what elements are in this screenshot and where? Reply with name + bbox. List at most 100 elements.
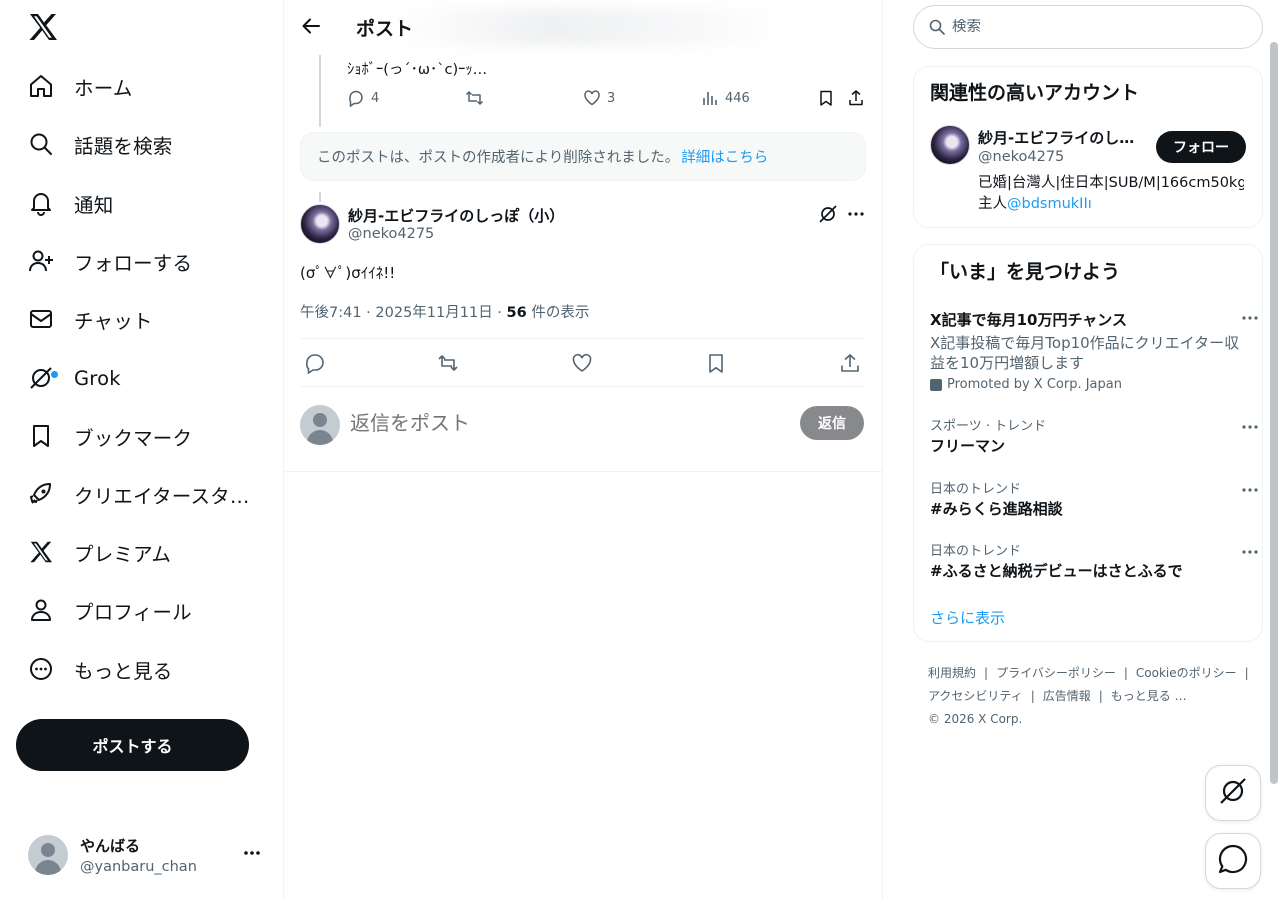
- share-icon[interactable]: [839, 352, 861, 374]
- nav-premium[interactable]: プレミアム: [28, 532, 171, 572]
- more-dots-icon[interactable]: [1240, 542, 1260, 566]
- nav-more[interactable]: もっと見る: [28, 649, 173, 689]
- nav-follow[interactable]: フォローする: [28, 241, 192, 281]
- reply-composer: 返信: [300, 400, 866, 450]
- header-blur: [394, 8, 784, 46]
- repost-action[interactable]: [465, 89, 484, 107]
- reply-button[interactable]: 返信: [800, 406, 864, 440]
- views-action[interactable]: 446: [701, 89, 750, 107]
- show-more-link[interactable]: さらに表示: [930, 607, 1005, 628]
- copyright: © 2026 X Corp.: [928, 712, 1023, 726]
- follow-button[interactable]: フォロー: [1156, 131, 1246, 163]
- reply-input[interactable]: [350, 410, 770, 436]
- more-circle-icon: [28, 656, 54, 682]
- promoted-text: Promoted by X Corp. Japan: [947, 377, 1122, 392]
- nav-home[interactable]: ホーム: [28, 66, 133, 106]
- nav-grok[interactable]: Grok: [28, 358, 121, 398]
- related-bio-mention[interactable]: @bdsmukIIı: [1007, 196, 1092, 212]
- trend-title: #みらくら進路相談: [930, 500, 1063, 518]
- x-logo-icon[interactable]: [26, 10, 60, 44]
- related-avatar[interactable]: [930, 125, 970, 165]
- nav-bookmarks-label: ブックマーク: [74, 426, 193, 450]
- nav-chat[interactable]: チャット: [28, 299, 153, 339]
- mail-icon: [28, 306, 54, 332]
- grok-float-button[interactable]: [1205, 765, 1261, 821]
- nav-creator-studio[interactable]: クリエイタースタ…: [28, 474, 250, 514]
- footer-link[interactable]: 利用規約: [928, 666, 976, 680]
- post-button[interactable]: ポストする: [16, 719, 249, 771]
- account-handle: @yanbaru_chan: [80, 859, 197, 875]
- nav-home-label: ホーム: [74, 76, 133, 100]
- author-handle[interactable]: @neko4275: [348, 226, 434, 242]
- related-bio-line1: 已婚|台灣人|住日本|SUB/M|166cm50kg|: [978, 175, 1244, 191]
- left-sidebar: ホーム 話題を検索 通知 フォローする チャット Grok ブックマーク クリエ…: [0, 0, 284, 900]
- related-display-name[interactable]: 紗月-エビフライのし…: [978, 127, 1148, 148]
- post-author: 紗月-エビフライのしっぽ（小） @neko4275: [300, 204, 866, 246]
- more-dots-icon[interactable]: [1240, 480, 1260, 504]
- share-action[interactable]: [847, 89, 865, 107]
- search-box[interactable]: [913, 5, 1263, 49]
- nav-premium-label: プレミアム: [74, 542, 172, 566]
- nav-notifications-label: 通知: [74, 193, 114, 217]
- more-dots-icon[interactable]: [1240, 308, 1260, 332]
- reply-action[interactable]: 4: [347, 89, 379, 107]
- follow-icon: [28, 248, 54, 274]
- bookmark-action[interactable]: [817, 89, 835, 107]
- trend-item[interactable]: 日本のトレンド #ふるさと納税デビューはさとふるで: [930, 540, 1258, 581]
- scrollbar[interactable]: [1270, 42, 1278, 784]
- x-logo-icon: [28, 539, 54, 565]
- back-arrow-icon[interactable]: [300, 15, 322, 37]
- post-actions: [300, 338, 866, 387]
- learn-more-link[interactable]: 詳細はこちら: [681, 146, 768, 167]
- footer-link[interactable]: プライバシーポリシー: [996, 666, 1116, 680]
- view-count: 446: [725, 90, 750, 106]
- post-timestamp[interactable]: 午後7:41 · 2025年11月11日 ·: [300, 305, 507, 321]
- heart-icon[interactable]: [571, 352, 593, 374]
- nav-explore[interactable]: 話題を検索: [28, 124, 173, 164]
- trends-card: 「いま」を見つけよう X記事で毎月10万円チャンス X記事投稿で毎月Top10作…: [913, 244, 1263, 642]
- search-icon: [28, 131, 54, 157]
- chat-float-button[interactable]: [1205, 833, 1261, 889]
- person-icon: [28, 597, 54, 623]
- footer-link[interactable]: もっと見る …: [1111, 689, 1187, 703]
- account-switcher[interactable]: やんばる @yanbaru_chan: [28, 833, 268, 877]
- bookmark-icon: [820, 90, 832, 106]
- analytics-icon: [703, 92, 717, 105]
- more-dots-icon[interactable]: [846, 204, 866, 228]
- heart-icon: [584, 90, 600, 106]
- nav-bookmarks[interactable]: ブックマーク: [28, 416, 192, 456]
- trend-item[interactable]: スポーツ · トレンド フリーマン: [930, 415, 1258, 456]
- related-title: 関連性の高いアカウント: [930, 82, 1140, 104]
- footer-link[interactable]: アクセシビリティ: [928, 689, 1023, 703]
- nav-profile[interactable]: プロフィール: [28, 590, 192, 630]
- page-header: ポスト: [284, 0, 882, 53]
- nav-more-label: もっと見る: [74, 659, 173, 683]
- repost-icon[interactable]: [437, 352, 459, 374]
- avatar: [28, 835, 68, 875]
- footer-link[interactable]: Cookieのポリシー: [1136, 666, 1237, 680]
- nav-chat-label: チャット: [74, 309, 153, 333]
- post-view-count: 56: [506, 305, 527, 321]
- more-dots-icon[interactable]: [242, 843, 262, 867]
- parent-post-actions: 4 3 446: [347, 89, 867, 111]
- bookmark-icon[interactable]: [705, 352, 727, 374]
- page-title: ポスト: [356, 18, 414, 40]
- grok-icon[interactable]: [818, 204, 838, 228]
- author-avatar[interactable]: [300, 204, 340, 244]
- nav-grok-label: Grok: [74, 366, 121, 390]
- promoted-label: Promoted by X Corp. Japan: [930, 377, 1250, 392]
- trend-category: スポーツ · トレンド: [930, 419, 1047, 434]
- like-action[interactable]: 3: [583, 89, 615, 107]
- more-dots-icon[interactable]: [1240, 417, 1260, 441]
- home-icon: [28, 73, 54, 99]
- trend-category: 日本のトレンド: [930, 482, 1022, 497]
- reply-icon[interactable]: [304, 352, 326, 375]
- trend-item[interactable]: 日本のトレンド #みらくら進路相談: [930, 478, 1258, 519]
- related-handle[interactable]: @neko4275: [978, 149, 1064, 165]
- like-count: 3: [607, 90, 616, 106]
- trend-item[interactable]: X記事で毎月10万円チャンス X記事投稿で毎月Top10作品にクリエイター収益を…: [930, 308, 1258, 392]
- search-input[interactable]: [952, 19, 1242, 35]
- nav-notifications[interactable]: 通知: [28, 183, 113, 223]
- footer-link[interactable]: 広告情報: [1043, 689, 1091, 703]
- author-display-name[interactable]: 紗月-エビフライのしっぽ（小）: [348, 205, 564, 226]
